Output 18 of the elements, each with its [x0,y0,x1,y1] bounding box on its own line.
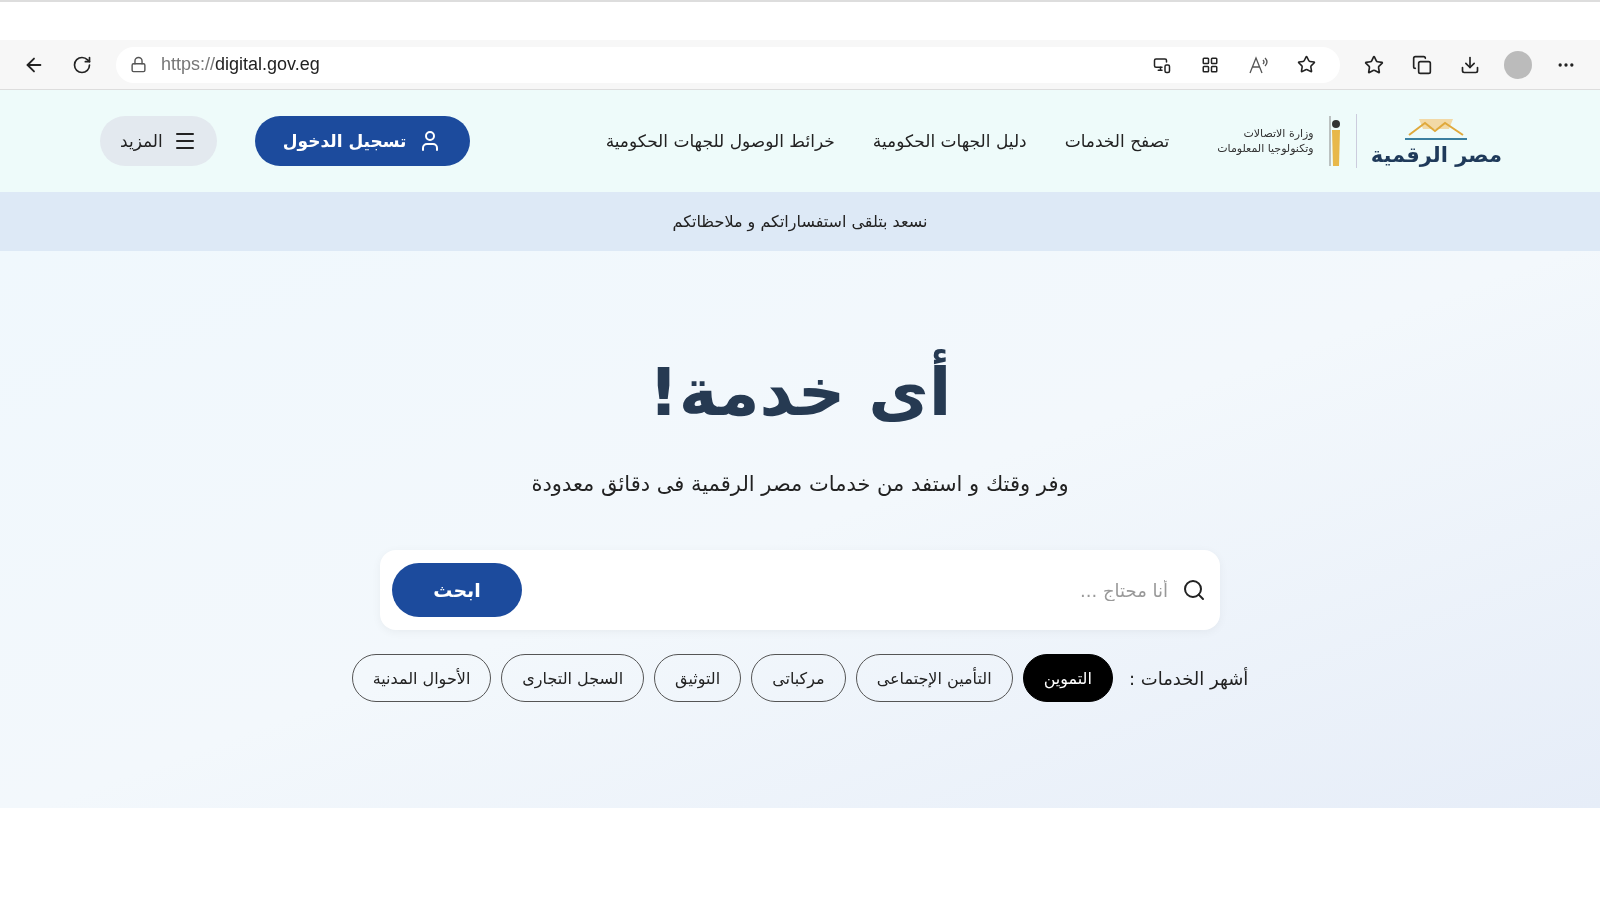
search-icon [1182,578,1206,602]
service-chip[interactable]: التموين [1022,654,1113,702]
ministry-text: وزارة الاتصالات [1242,125,1314,141]
hero-title: أى خدمة! [648,343,952,442]
nav-link[interactable]: خرائط الوصول للجهات الحكومية [605,131,835,151]
search-button[interactable]: ابحث [392,563,522,617]
more-menu-button[interactable]: المزيد [100,116,217,166]
lock-icon [130,56,147,73]
address-bar[interactable]: https://digital.gov.eg [116,46,1340,83]
popular-label: أشهر الخدمات : [1128,667,1249,689]
nav-link[interactable]: دليل الجهات الحكومية [872,131,1027,151]
login-button[interactable]: تسجيل الدخول [254,116,471,166]
logo-text: مصر الرقمية [1370,143,1502,167]
ministry-text: وتكنولوجيا المعلومات [1217,141,1314,157]
hero-subtitle: وفر وقتك و استفد من خدمات مصر الرقمية فى دقائق معدودة [531,472,1069,496]
banner-text: نسعد بتلقى استفساراتكم و ملاحظاتكم [672,212,928,231]
reload-icon [72,54,92,75]
nav-link[interactable]: تصفح الخدمات [1064,131,1170,151]
